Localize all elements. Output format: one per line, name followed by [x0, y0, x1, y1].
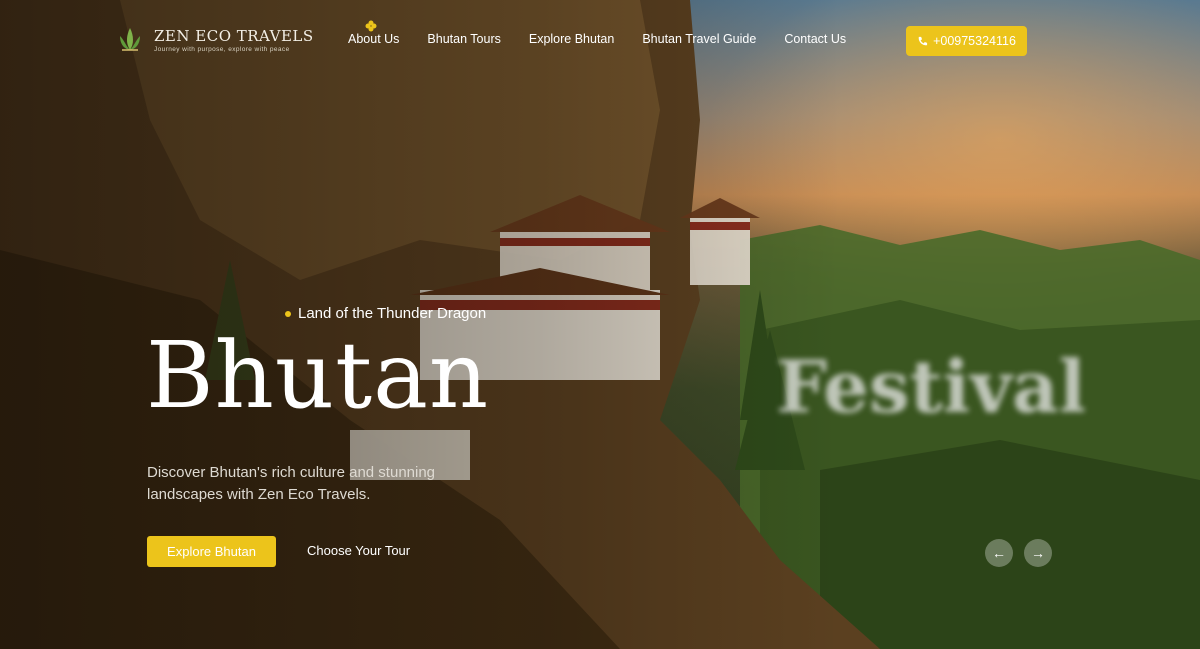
- explore-bhutan-button[interactable]: Explore Bhutan: [147, 536, 276, 567]
- nav-bhutan-tours[interactable]: Bhutan Tours: [427, 32, 500, 46]
- next-slide-headline: Festival: [776, 344, 1086, 429]
- brand-name: ZEN ECO TRAVELS: [154, 27, 314, 45]
- main-nav: About Us Bhutan Tours Explore Bhutan Bhu…: [348, 32, 846, 46]
- hero-eyebrow: Land of the Thunder Dragon: [285, 305, 486, 322]
- hero-description: Discover Bhutan's rich culture and stunn…: [147, 464, 436, 503]
- lotus-logo-icon: [120, 28, 140, 51]
- hero-headline: Bhutan: [146, 322, 490, 429]
- brand-tagline: Journey with purpose, explore with peace: [154, 46, 290, 53]
- nav-explore-bhutan[interactable]: Explore Bhutan: [529, 32, 614, 46]
- nav-contact-us[interactable]: Contact Us: [784, 32, 846, 46]
- nav-about-us[interactable]: About Us: [348, 32, 399, 46]
- phone-button[interactable]: +00975324116: [906, 26, 1027, 56]
- phone-number: +00975324116: [933, 34, 1016, 48]
- carousel-prev-button[interactable]: ←: [985, 539, 1013, 567]
- knot-ornament-icon: [365, 20, 377, 32]
- bullet-dot: [285, 310, 291, 317]
- nav-bhutan-travel-guide[interactable]: Bhutan Travel Guide: [642, 32, 756, 46]
- brand-logo[interactable]: ZEN ECO TRAVELS Journey with purpose, ex…: [114, 24, 314, 56]
- arrow-left-icon: ←: [992, 545, 1006, 561]
- choose-your-tour-link[interactable]: Choose Your Tour: [307, 543, 410, 558]
- arrow-right-icon: →: [1031, 545, 1045, 561]
- hero-eyebrow-text: Land of the Thunder Dragon: [298, 305, 487, 322]
- carousel-next-button[interactable]: →: [1024, 539, 1052, 567]
- phone-icon: [918, 36, 928, 45]
